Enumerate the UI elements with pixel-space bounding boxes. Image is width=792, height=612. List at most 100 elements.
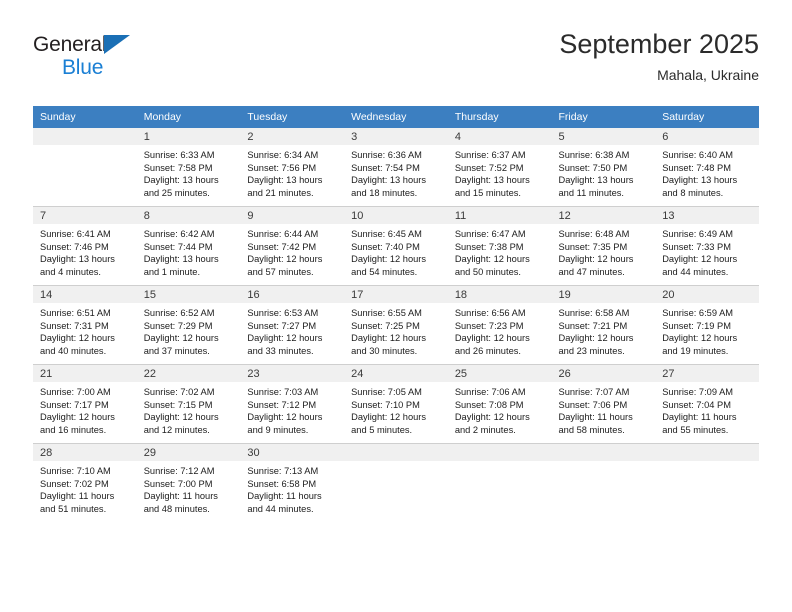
calendar-day-cell[interactable]: 11 Sunrise: 6:47 AM Sunset: 7:38 PM Dayligh… [447, 206, 552, 286]
day-sunrise-text: Sunrise: 7:03 AM [247, 387, 319, 397]
calendar-day-cell[interactable]: 24 Sunrise: 7:05 AM Sunset: 7:10 PM Dayligh… [344, 364, 448, 444]
calendar-day-cell[interactable]: 23 Sunrise: 7:03 AM Sunset: 7:12 PM Dayligh… [240, 364, 345, 444]
general-blue-logo[interactable]: General Blue [33, 34, 233, 90]
calendar-day-cell[interactable]: 18 Sunrise: 6:56 AM Sunset: 7:23 PM Dayligh… [447, 285, 552, 365]
day-daylight-text: and 33 minutes. [247, 345, 314, 356]
calendar-day-cell[interactable]: 7 Sunrise: 6:41 AM Sunset: 7:46 PM Daylight… [33, 206, 137, 286]
day-sunrise-text: Sunrise: 6:52 AM [143, 308, 215, 318]
day-daylight-text: and 19 minutes. [662, 345, 729, 356]
calendar-day-cell[interactable]: 3 Sunrise: 6:36 AM Sunset: 7:54 PM Daylight… [344, 128, 448, 207]
day-details: Sunrise: 7:00 AM Sunset: 7:17 PM Daylight:… [33, 382, 137, 436]
calendar-day-cell[interactable]: 2 Sunrise: 6:34 AM Sunset: 7:56 PM Daylight… [240, 128, 345, 207]
day-number: 18 [447, 286, 552, 303]
day-number: 7 [33, 207, 137, 224]
day-daylight-text: and 11 minutes. [558, 187, 624, 198]
triangle-icon [104, 35, 130, 54]
day-sunrise-text: Sunrise: 6:59 AM [662, 308, 734, 318]
day-number: 11 [447, 207, 552, 224]
day-daylight-text: Daylight: 12 hours [143, 412, 219, 423]
day-sunrise-text: Sunrise: 6:41 AM [40, 229, 111, 239]
day-details: Sunrise: 6:58 AM Sunset: 7:21 PM Daylight:… [552, 303, 656, 357]
day-number: 15 [136, 286, 241, 303]
day-daylight-text: Daylight: 13 hours [558, 175, 634, 186]
calendar-day-cell[interactable]: 10 Sunrise: 6:45 AM Sunset: 7:40 PM Dayligh… [344, 206, 448, 286]
day-daylight-text: and 44 minutes. [247, 503, 314, 514]
day-sunrise-text: Sunrise: 6:42 AM [143, 229, 215, 239]
day-sunrise-text: Sunrise: 6:36 AM [351, 150, 422, 160]
calendar-day-cell[interactable]: 6 Sunrise: 6:40 AM Sunset: 7:48 PM Daylight… [655, 128, 759, 207]
day-sunrise-text: Sunrise: 6:47 AM [454, 229, 526, 239]
day-number: 28 [33, 444, 137, 461]
calendar-day-cell[interactable]: 4 Sunrise: 6:37 AM Sunset: 7:52 PM Daylight… [447, 128, 552, 207]
day-sunrise-text: Sunrise: 6:44 AM [247, 229, 319, 239]
day-sunrise-text: Sunrise: 6:55 AM [351, 308, 422, 318]
day-number: 13 [655, 207, 759, 224]
calendar-page: General Blue September 2025 Mahala, Ukra… [0, 0, 792, 612]
day-sunrise-text: Sunrise: 6:48 AM [558, 229, 630, 239]
calendar-day-cell[interactable]: 12 Sunrise: 6:48 AM Sunset: 7:35 PM Dayligh… [551, 206, 656, 286]
calendar-cell-empty [551, 443, 656, 522]
day-sunrise-text: Sunrise: 6:45 AM [351, 229, 422, 239]
calendar-day-cell[interactable]: 8 Sunrise: 6:42 AM Sunset: 7:44 PM Daylight… [136, 206, 241, 286]
day-number: 10 [344, 207, 448, 224]
logo-text-blue: Blue [62, 56, 104, 79]
calendar-day-cell[interactable]: 14 Sunrise: 6:51 AM Sunset: 7:31 PM Dayligh… [33, 285, 137, 365]
day-daylight-text: and 50 minutes. [454, 266, 521, 277]
day-sunset-text: Sunset: 7:12 PM [247, 399, 317, 410]
day-number: 2 [240, 128, 345, 145]
day-daylight-text: and 54 minutes. [351, 266, 418, 277]
calendar-day-cell[interactable]: 25 Sunrise: 7:06 AM Sunset: 7:08 PM Dayligh… [447, 364, 552, 444]
day-daylight-text: Daylight: 12 hours [454, 412, 530, 423]
calendar-day-cell[interactable]: 19 Sunrise: 6:58 AM Sunset: 7:21 PM Dayligh… [551, 285, 656, 365]
weekday-header-saturday: Saturday [655, 106, 759, 128]
calendar-day-cell[interactable]: 20 Sunrise: 6:59 AM Sunset: 7:19 PM Dayligh… [655, 285, 759, 365]
calendar-day-cell[interactable]: 28 Sunrise: 7:10 AM Sunset: 7:02 PM Dayligh… [33, 443, 137, 522]
day-number: 8 [136, 207, 241, 224]
day-number [447, 444, 552, 461]
day-daylight-text: Daylight: 11 hours [40, 491, 115, 502]
calendar-day-cell[interactable]: 30 Sunrise: 7:13 AM Sunset: 6:58 PM Dayligh… [240, 443, 345, 522]
calendar-day-cell[interactable]: 26 Sunrise: 7:07 AM Sunset: 7:06 PM Dayligh… [551, 364, 656, 444]
calendar-day-cell[interactable]: 17 Sunrise: 6:55 AM Sunset: 7:25 PM Dayligh… [344, 285, 448, 365]
day-details: Sunrise: 6:53 AM Sunset: 7:27 PM Daylight:… [240, 303, 344, 357]
day-sunset-text: Sunset: 7:38 PM [454, 241, 524, 252]
day-daylight-text: Daylight: 12 hours [247, 412, 323, 423]
day-details: Sunrise: 7:09 AM Sunset: 7:04 PM Daylight:… [655, 382, 759, 436]
calendar-day-cell[interactable]: 5 Sunrise: 6:38 AM Sunset: 7:50 PM Daylight… [551, 128, 656, 207]
calendar-table: Sunday Monday Tuesday Wednesday Thursday Frid… [33, 106, 759, 522]
calendar-day-cell[interactable]: 21 Sunrise: 7:00 AM Sunset: 7:17 PM Dayligh… [33, 364, 137, 444]
day-daylight-text: Daylight: 13 hours [247, 175, 323, 186]
page-subtitle-location: Mahala, Ukraine [657, 67, 759, 83]
calendar-day-cell[interactable]: 15 Sunrise: 6:52 AM Sunset: 7:29 PM Dayligh… [136, 285, 241, 365]
calendar-day-cell[interactable]: 16 Sunrise: 6:53 AM Sunset: 7:27 PM Dayligh… [240, 285, 345, 365]
day-sunset-text: Sunset: 7:15 PM [143, 399, 213, 410]
day-details: Sunrise: 7:10 AM Sunset: 7:02 PM Daylight:… [33, 461, 137, 515]
calendar-week-row: 1 Sunrise: 6:33 AM Sunset: 7:58 PM Daylight… [33, 128, 759, 207]
day-sunset-text: Sunset: 7:08 PM [454, 399, 524, 410]
day-number: 27 [655, 365, 759, 382]
day-sunset-text: Sunset: 7:25 PM [351, 320, 420, 331]
day-daylight-text: and 21 minutes. [247, 187, 314, 198]
day-details: Sunrise: 6:48 AM Sunset: 7:35 PM Daylight:… [552, 224, 656, 278]
calendar-day-cell[interactable]: 27 Sunrise: 7:09 AM Sunset: 7:04 PM Dayligh… [655, 364, 759, 444]
day-details: Sunrise: 7:13 AM Sunset: 6:58 PM Daylight:… [240, 461, 344, 515]
calendar-week-row: 21 Sunrise: 7:00 AM Sunset: 7:17 PM Dayligh… [33, 364, 759, 444]
calendar-day-cell[interactable]: 9 Sunrise: 6:44 AM Sunset: 7:42 PM Daylight… [240, 206, 345, 286]
day-details: Sunrise: 7:07 AM Sunset: 7:06 PM Daylight:… [552, 382, 656, 436]
calendar-cell-empty [447, 443, 552, 522]
day-daylight-text: and 44 minutes. [662, 266, 729, 277]
calendar-day-cell[interactable]: 13 Sunrise: 6:49 AM Sunset: 7:33 PM Dayligh… [655, 206, 759, 286]
day-daylight-text: Daylight: 11 hours [247, 491, 322, 502]
day-daylight-text: and 16 minutes. [40, 424, 107, 435]
calendar-day-cell[interactable]: 22 Sunrise: 7:02 AM Sunset: 7:15 PM Dayligh… [136, 364, 241, 444]
day-number: 19 [551, 286, 656, 303]
day-daylight-text: and 12 minutes. [143, 424, 210, 435]
calendar-day-cell[interactable]: 29 Sunrise: 7:12 AM Sunset: 7:00 PM Dayligh… [136, 443, 241, 522]
day-daylight-text: Daylight: 13 hours [40, 254, 115, 265]
day-sunrise-text: Sunrise: 6:34 AM [247, 150, 319, 160]
day-sunset-text: Sunset: 7:23 PM [454, 320, 524, 331]
day-daylight-text: Daylight: 12 hours [454, 254, 530, 265]
day-sunrise-text: Sunrise: 6:56 AM [454, 308, 526, 318]
day-details: Sunrise: 6:51 AM Sunset: 7:31 PM Daylight:… [33, 303, 137, 357]
calendar-day-cell[interactable]: 1 Sunrise: 6:33 AM Sunset: 7:58 PM Daylight… [136, 128, 241, 207]
